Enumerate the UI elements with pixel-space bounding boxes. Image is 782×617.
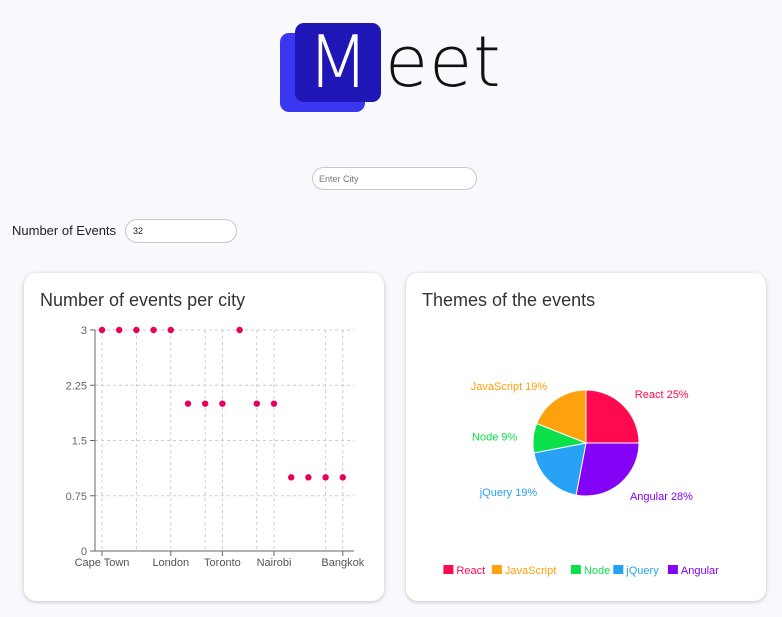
pie-slice-angular — [575, 442, 640, 497]
legend-swatch-javascript — [491, 565, 502, 574]
scatter-point — [167, 326, 174, 334]
pie-slice-react — [585, 389, 640, 444]
scatter-point — [339, 474, 346, 481]
pie-label-angular: Angular 28% — [630, 491, 693, 503]
scatter-xtick-label: Nairobi — [257, 557, 292, 569]
pie-label-javascript: JavaScript 19% — [471, 381, 548, 393]
scatter-point — [150, 326, 157, 334]
scatter-point — [133, 326, 140, 334]
scatter-ytick-label: 1.5 — [72, 436, 87, 448]
legend-label-javascript: JavaScript — [505, 565, 556, 577]
scatter-point — [322, 474, 329, 481]
scatter-ytick-label: 3 — [81, 325, 87, 337]
scatter-point — [219, 400, 226, 407]
scatter-point — [98, 326, 106, 334]
pie-label-jquery: jQuery 19% — [479, 487, 538, 499]
legend-swatch-node — [570, 565, 581, 574]
legend-label-react: React — [456, 565, 485, 577]
logo-initial: M — [306, 20, 370, 104]
scatter-point — [116, 326, 123, 334]
pie-label-react: React 25% — [635, 389, 689, 401]
scatter-point — [305, 474, 312, 481]
pie-chart-card: Themes of the events React 25% Angular 28… — [406, 273, 766, 601]
meet-logo: M eet — [279, 20, 519, 115]
scatter-chart-card: Number of events per city 0 0.75 1.5 2.25 3 C… — [24, 273, 384, 601]
scatter-point — [202, 400, 209, 407]
scatter-point — [253, 400, 260, 407]
number-of-events-label: Number of Events — [12, 223, 117, 238]
city-search-input[interactable] — [312, 167, 477, 190]
scatter-ytick-label: 0.75 — [66, 491, 87, 503]
legend-label-angular: Angular — [681, 565, 719, 577]
scatter-xtick-label: London — [152, 557, 189, 569]
scatter-point — [184, 400, 192, 407]
scatter-point — [288, 474, 295, 481]
scatter-ytick-label: 2.25 — [66, 380, 87, 392]
scatter-xtick-label: Cape Town — [75, 557, 130, 569]
scatter-xtick-label: Toronto — [204, 557, 241, 569]
scatter-chart: 00.751.52.253Cape Town London Toronto Nairo… — [66, 325, 365, 569]
legend-swatch-jquery — [613, 565, 624, 574]
legend-swatch-react — [443, 565, 454, 574]
logo-text: eet — [385, 21, 502, 103]
legend-swatch-angular — [667, 565, 678, 574]
pie-label-node: Node 9% — [472, 432, 517, 444]
scatter-xtick-label: Bangkok — [321, 557, 364, 569]
legend-label-jquery: jQuery — [625, 565, 659, 577]
number-of-events-input[interactable] — [125, 219, 237, 243]
legend-label-node: Node — [584, 565, 610, 577]
pie-chart: React 25% Angular 28% jQuery 19% Node 9% Jav… — [443, 381, 719, 577]
scatter-point — [270, 400, 278, 407]
scatter-point — [236, 326, 243, 334]
